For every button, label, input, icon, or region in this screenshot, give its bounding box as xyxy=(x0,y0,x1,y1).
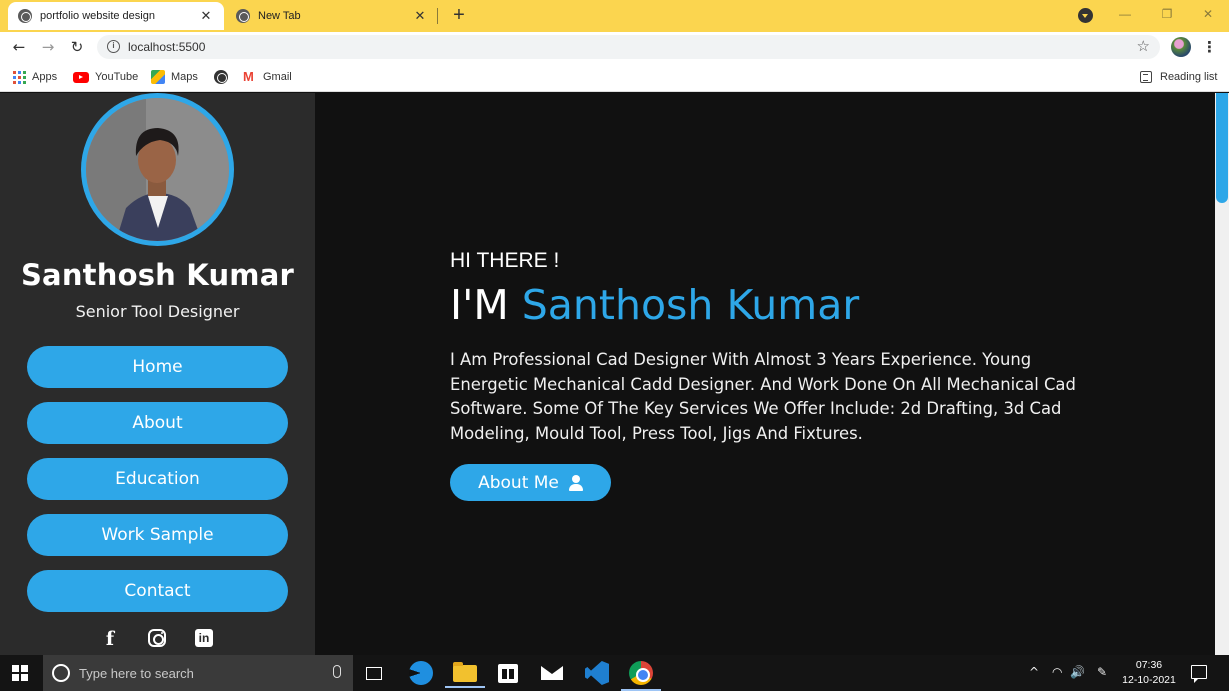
bookmarks-bar: Apps YouTube Maps Gmail Reading list xyxy=(0,62,1229,92)
tab-search-icon[interactable] xyxy=(1078,8,1093,23)
chrome-icon[interactable] xyxy=(621,661,661,691)
reload-button[interactable]: ↻ xyxy=(67,37,87,57)
tab-strip: portfolio website design ✕ New Tab ✕ + —… xyxy=(0,0,1229,32)
nav-about-button[interactable]: About xyxy=(27,402,288,444)
instagram-icon[interactable] xyxy=(148,629,166,647)
about-me-button[interactable]: About Me xyxy=(450,464,611,501)
youtube-icon xyxy=(73,71,89,83)
cortana-icon xyxy=(52,664,70,682)
vscode-icon[interactable] xyxy=(585,661,609,685)
bookmark-star-icon[interactable]: ☆ xyxy=(1137,37,1150,55)
person-photo-icon xyxy=(86,98,229,241)
nav-education-button[interactable]: Education xyxy=(27,458,288,500)
sidebar: Santhosh Kumar Senior Tool Designer Home… xyxy=(0,93,315,655)
globe-icon xyxy=(236,9,250,23)
taskbar-clock[interactable]: 07:36 12-10-2021 xyxy=(1118,658,1180,688)
bookmark-label: Maps xyxy=(171,71,198,83)
scrollbar-thumb[interactable] xyxy=(1216,93,1228,203)
store-icon[interactable] xyxy=(498,664,518,683)
profile-name: Santhosh Kumar xyxy=(20,258,295,292)
file-explorer-icon[interactable] xyxy=(445,662,485,688)
url-text[interactable]: localhost:5500 xyxy=(128,40,205,54)
taskbar: Type here to search ^ ◠ 🔊 ✎ 07:36 12-10-… xyxy=(0,655,1229,691)
tab-new-tab[interactable]: New Tab ✕ xyxy=(226,2,438,30)
profile-avatar[interactable] xyxy=(1171,37,1191,57)
bookmark-label: Apps xyxy=(32,71,58,83)
tab-close-icon[interactable]: ✕ xyxy=(198,8,214,24)
reading-list[interactable]: Reading list xyxy=(1140,69,1217,85)
tab-divider xyxy=(437,8,438,24)
hero-bio: I Am Professional Cad Designer With Almo… xyxy=(450,350,1076,443)
user-icon xyxy=(568,474,583,491)
hero-section: HI THERE ! I'M Santhosh Kumar I Am Profe… xyxy=(315,93,1215,655)
pen-icon[interactable]: ✎ xyxy=(1097,665,1107,679)
windows-start-icon[interactable] xyxy=(12,665,28,681)
site-info-icon[interactable]: i xyxy=(107,40,120,53)
hero-prefix: I'M xyxy=(450,281,522,329)
apps-grid-icon xyxy=(12,70,26,84)
bookmark-globe[interactable] xyxy=(214,69,236,85)
browser-toolbar: ← → ↻ i localhost:5500 ☆ ⋮ xyxy=(0,32,1229,62)
about-me-label: About Me xyxy=(478,472,559,493)
hero-headline: I'M Santhosh Kumar xyxy=(450,281,859,329)
hero-name: Santhosh Kumar xyxy=(521,281,860,329)
tray-chevron-icon[interactable]: ^ xyxy=(1029,665,1039,679)
browser-menu-icon[interactable]: ⋮ xyxy=(1202,37,1217,57)
profile-role: Senior Tool Designer xyxy=(75,302,240,321)
gmail-icon xyxy=(243,69,257,84)
linkedin-icon[interactable]: in xyxy=(195,629,213,647)
nav-work-sample-button[interactable]: Work Sample xyxy=(27,514,288,556)
tab-title: portfolio website design xyxy=(40,10,155,22)
bookmark-youtube[interactable]: YouTube xyxy=(73,69,138,85)
tab-portfolio[interactable]: portfolio website design ✕ xyxy=(8,2,224,30)
clock-time: 07:36 xyxy=(1135,659,1163,671)
clock-date: 12-10-2021 xyxy=(1122,674,1176,686)
mail-icon[interactable] xyxy=(541,666,563,680)
minimize-button[interactable]: — xyxy=(1113,4,1137,24)
bookmark-label: Gmail xyxy=(263,71,292,83)
reading-list-label: Reading list xyxy=(1160,71,1218,83)
bookmark-label: YouTube xyxy=(95,71,139,83)
volume-icon[interactable]: 🔊 xyxy=(1070,665,1085,679)
facebook-icon[interactable]: f xyxy=(100,629,120,649)
globe-icon xyxy=(18,9,32,23)
nav-home-button[interactable]: Home xyxy=(27,346,288,388)
notification-icon[interactable] xyxy=(1191,665,1207,683)
task-view-icon[interactable] xyxy=(366,667,382,680)
back-button[interactable]: ← xyxy=(9,37,29,57)
profile-photo xyxy=(81,93,234,246)
reading-list-icon xyxy=(1140,71,1152,83)
social-links: f in xyxy=(0,627,315,651)
maps-icon xyxy=(151,70,165,84)
forward-button[interactable]: → xyxy=(38,37,58,57)
bookmark-gmail[interactable]: Gmail xyxy=(243,69,292,85)
restore-button[interactable]: ❐ xyxy=(1155,4,1179,24)
taskbar-search[interactable]: Type here to search xyxy=(43,655,353,691)
tab-close-icon[interactable]: ✕ xyxy=(412,8,428,24)
bookmark-apps[interactable]: Apps xyxy=(12,69,57,85)
search-placeholder: Type here to search xyxy=(79,666,194,681)
wifi-icon[interactable]: ◠ xyxy=(1052,665,1062,679)
tab-title: New Tab xyxy=(258,10,301,22)
address-bar[interactable]: i localhost:5500 ☆ xyxy=(97,35,1160,59)
microphone-icon[interactable] xyxy=(333,665,341,678)
nav-contact-button[interactable]: Contact xyxy=(27,570,288,612)
page-viewport: Santhosh Kumar Senior Tool Designer Home… xyxy=(0,93,1229,655)
close-window-button[interactable]: ✕ xyxy=(1196,4,1220,24)
globe-icon xyxy=(214,70,228,84)
edge-icon[interactable] xyxy=(409,661,433,685)
bookmark-maps[interactable]: Maps xyxy=(151,69,198,85)
hero-greeting: HI THERE ! xyxy=(450,249,560,272)
new-tab-button[interactable]: + xyxy=(448,4,470,26)
